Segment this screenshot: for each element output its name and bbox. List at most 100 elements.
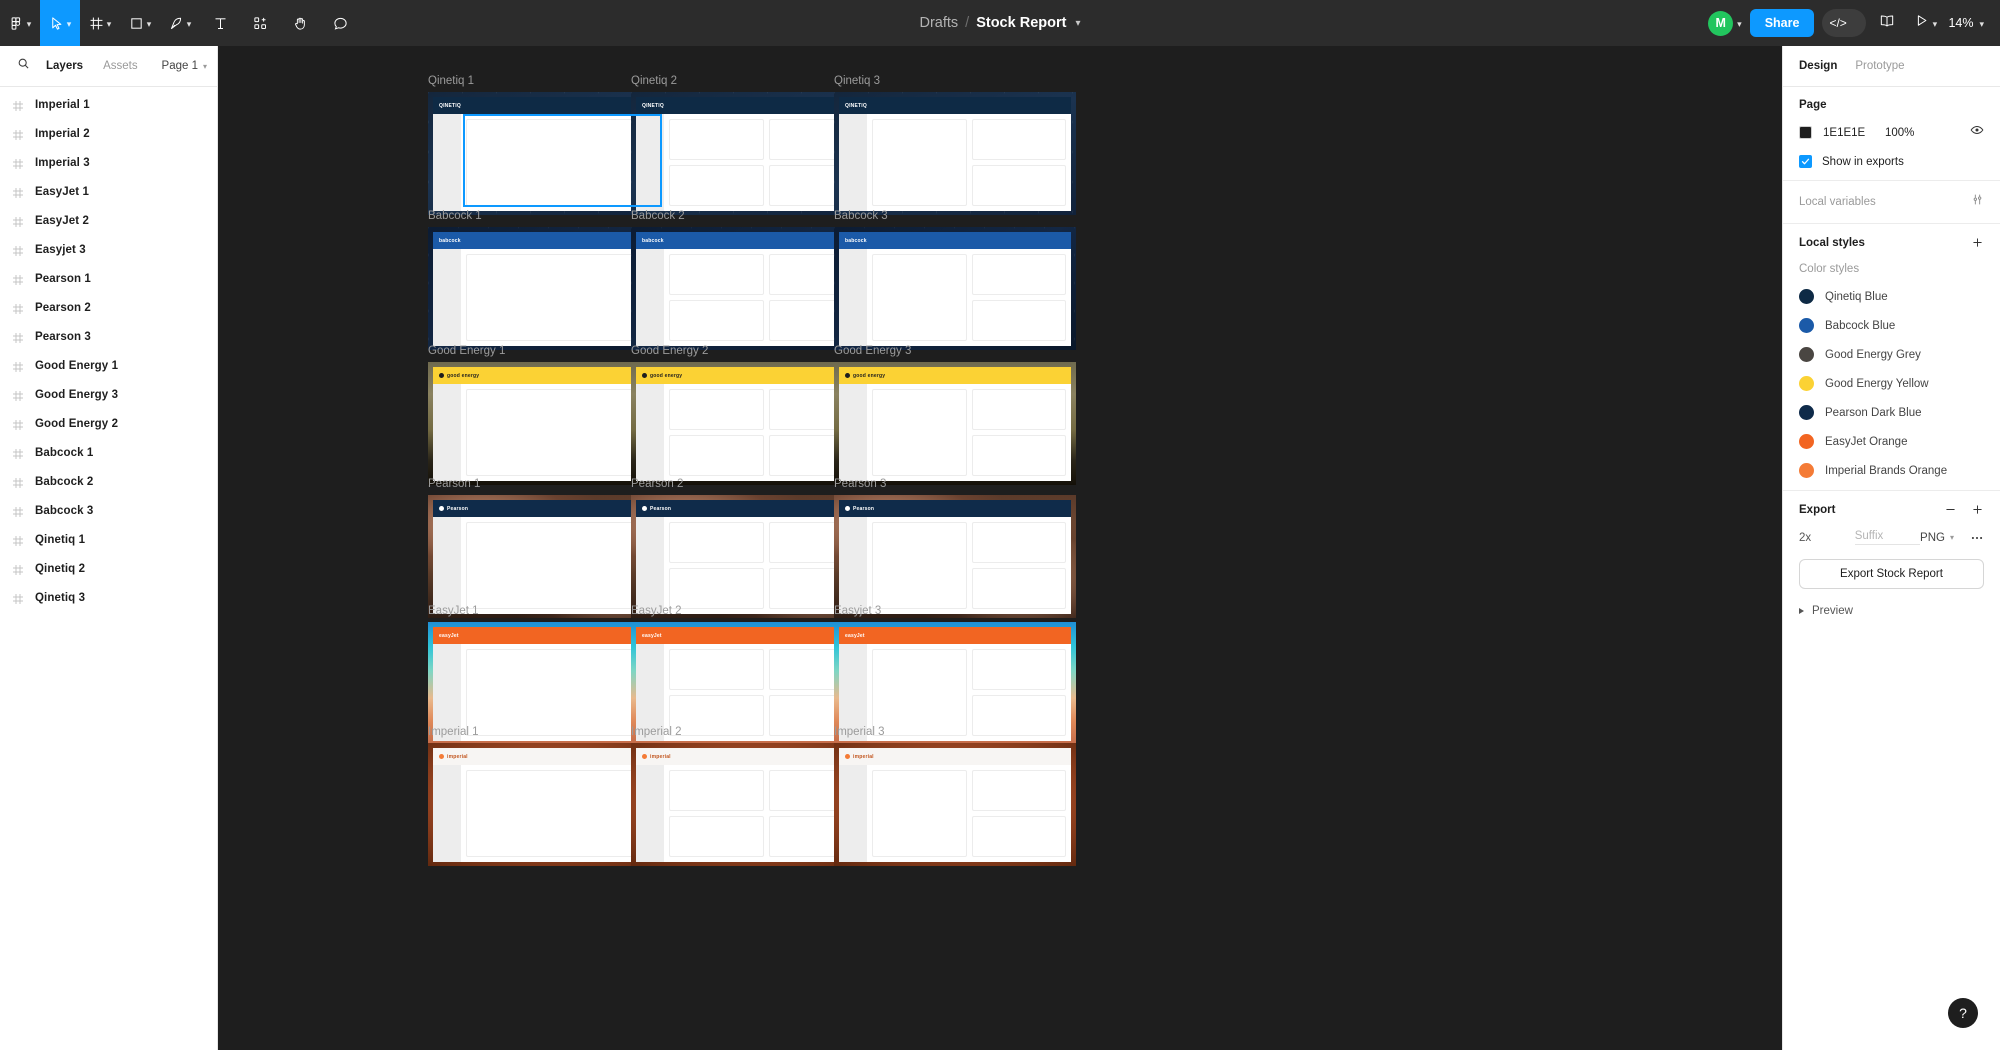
avatar-menu[interactable]: M ▾ [1704,10,1746,36]
layer-row[interactable]: Imperial 3 [0,148,217,177]
frame-content-cell[interactable] [669,435,764,476]
breadcrumb-project[interactable]: Drafts [920,15,959,31]
export-scale-input[interactable]: 2x [1799,532,1855,544]
frame-content-cell[interactable] [971,300,1066,341]
color-style-row[interactable]: Qinetiq Blue [1799,289,1984,304]
add-style-button[interactable] [1971,236,1984,249]
export-options-button[interactable] [1970,531,1984,545]
frame-content-cell[interactable] [971,165,1066,206]
frame-thumbnail[interactable]: QINETIQ [834,92,1076,215]
layer-row[interactable]: Qinetiq 2 [0,554,217,583]
layer-row[interactable]: Pearson 2 [0,293,217,322]
layer-row[interactable]: Good Energy 2 [0,409,217,438]
layer-row[interactable]: Imperial 1 [0,90,217,119]
frame-content-cell[interactable] [669,165,764,206]
frame-content-cell[interactable] [971,649,1066,690]
move-tool-button[interactable]: ▾ [40,0,80,46]
chevron-down-icon[interactable]: ▾ [1075,18,1080,29]
canvas-frame[interactable]: Pearson 3 Pearson [834,477,1076,618]
frame-content-cell[interactable] [971,770,1066,811]
tab-layers[interactable]: Layers [36,60,93,72]
color-style-row[interactable]: Pearson Dark Blue [1799,405,1984,420]
show-in-exports-checkbox[interactable] [1799,155,1812,168]
shape-tool-button[interactable]: ▾ [120,0,160,46]
zoom-control[interactable]: 14% ▾ [1946,16,1990,30]
frame-content-cell[interactable] [669,649,764,690]
color-style-row[interactable]: Good Energy Yellow [1799,376,1984,391]
frame-label[interactable]: Easyjet 3 [834,604,1076,618]
frame-label[interactable]: Babcock 3 [834,209,1076,223]
frame-content-cell[interactable] [669,119,764,160]
preview-disclosure[interactable]: Preview [1799,605,1984,617]
export-format-select[interactable]: PNG ▾ [1920,532,1970,544]
canvas-frame[interactable]: Babcock 3 babcock [834,209,1076,350]
layer-row[interactable]: Pearson 1 [0,264,217,293]
frame-thumbnail[interactable]: imperial [834,743,1076,866]
tab-assets[interactable]: Assets [93,60,148,72]
export-stock-report-button[interactable]: Export Stock Report [1799,559,1984,589]
frame-thumbnail[interactable]: babcock [834,227,1076,350]
frame-content-cell[interactable] [872,770,967,857]
layer-row[interactable]: Babcock 3 [0,496,217,525]
page-color-hex[interactable]: 1E1E1E [1823,127,1885,139]
frame-content-cell[interactable] [669,389,764,430]
frame-content-cell[interactable] [872,522,967,609]
frame-content-cell[interactable] [971,119,1066,160]
add-export-button[interactable] [1971,503,1984,516]
layer-row[interactable]: EasyJet 1 [0,177,217,206]
frame-content-cell[interactable] [669,254,764,295]
color-style-row[interactable]: Imperial Brands Orange [1799,463,1984,478]
frame-tool-button[interactable]: ▾ [80,0,120,46]
figma-menu-button[interactable]: ▾ [0,0,40,46]
help-button[interactable]: ? [1948,998,1978,1028]
share-button[interactable]: Share [1749,9,1815,37]
variables-icon[interactable] [1971,193,1984,211]
frame-content-cell[interactable] [669,568,764,609]
frame-content-cell[interactable] [971,816,1066,857]
layer-row[interactable]: Imperial 2 [0,119,217,148]
frame-content-cell[interactable] [971,254,1066,295]
present-button[interactable]: ▾ [1908,0,1942,46]
frame-content-cell[interactable] [669,816,764,857]
layer-row[interactable]: Good Energy 3 [0,380,217,409]
remove-export-button[interactable] [1944,503,1957,516]
comment-tool-button[interactable] [320,0,360,46]
frame-content-cell[interactable] [872,119,967,206]
pen-tool-button[interactable]: ▾ [160,0,200,46]
breadcrumb-filename[interactable]: Stock Report [976,15,1066,31]
color-style-row[interactable]: EasyJet Orange [1799,434,1984,449]
frame-content-cell[interactable] [669,300,764,341]
layer-row[interactable]: EasyJet 2 [0,206,217,235]
page-color-swatch[interactable] [1799,126,1812,139]
frame-label[interactable]: Good Energy 3 [834,344,1076,358]
frame-content-cell[interactable] [872,649,967,736]
library-button[interactable] [1870,0,1904,46]
frame-content-cell[interactable] [669,770,764,811]
frame-thumbnail[interactable]: Pearson [834,495,1076,618]
canvas-frame[interactable]: Imperial 3 imperial [834,725,1076,866]
layer-row[interactable]: Qinetiq 1 [0,525,217,554]
canvas-frame[interactable]: Good Energy 3 good energy [834,344,1076,485]
hand-tool-button[interactable] [280,0,320,46]
canvas-frame[interactable]: Easyjet 3 easyJet [834,604,1076,745]
frame-label[interactable]: Imperial 3 [834,725,1076,739]
page-color-opacity[interactable]: 100% [1885,127,1914,139]
layer-row[interactable]: Babcock 1 [0,438,217,467]
page-selector[interactable]: Page 1 ▾ [162,60,207,72]
layer-row[interactable]: Good Energy 1 [0,351,217,380]
canvas-frame[interactable]: Qinetiq 3 QINETIQ [834,74,1076,215]
frame-content-cell[interactable] [971,568,1066,609]
frame-thumbnail[interactable]: good energy [834,362,1076,485]
canvas[interactable]: Qinetiq 1 QINETIQ Qinetiq 2 QINETIQ Qinetiq … [218,46,1782,1050]
frame-label[interactable]: Qinetiq 3 [834,74,1076,88]
frame-content-cell[interactable] [872,389,967,476]
layer-row[interactable]: Easyjet 3 [0,235,217,264]
layer-row[interactable]: Babcock 2 [0,467,217,496]
frame-content-cell[interactable] [872,254,967,341]
dev-mode-toggle[interactable]: </> [1822,9,1867,37]
components-tool-button[interactable] [240,0,280,46]
frame-content-cell[interactable] [669,522,764,563]
color-style-row[interactable]: Good Energy Grey [1799,347,1984,362]
color-style-row[interactable]: Babcock Blue [1799,318,1984,333]
tab-design[interactable]: Design [1799,60,1837,72]
